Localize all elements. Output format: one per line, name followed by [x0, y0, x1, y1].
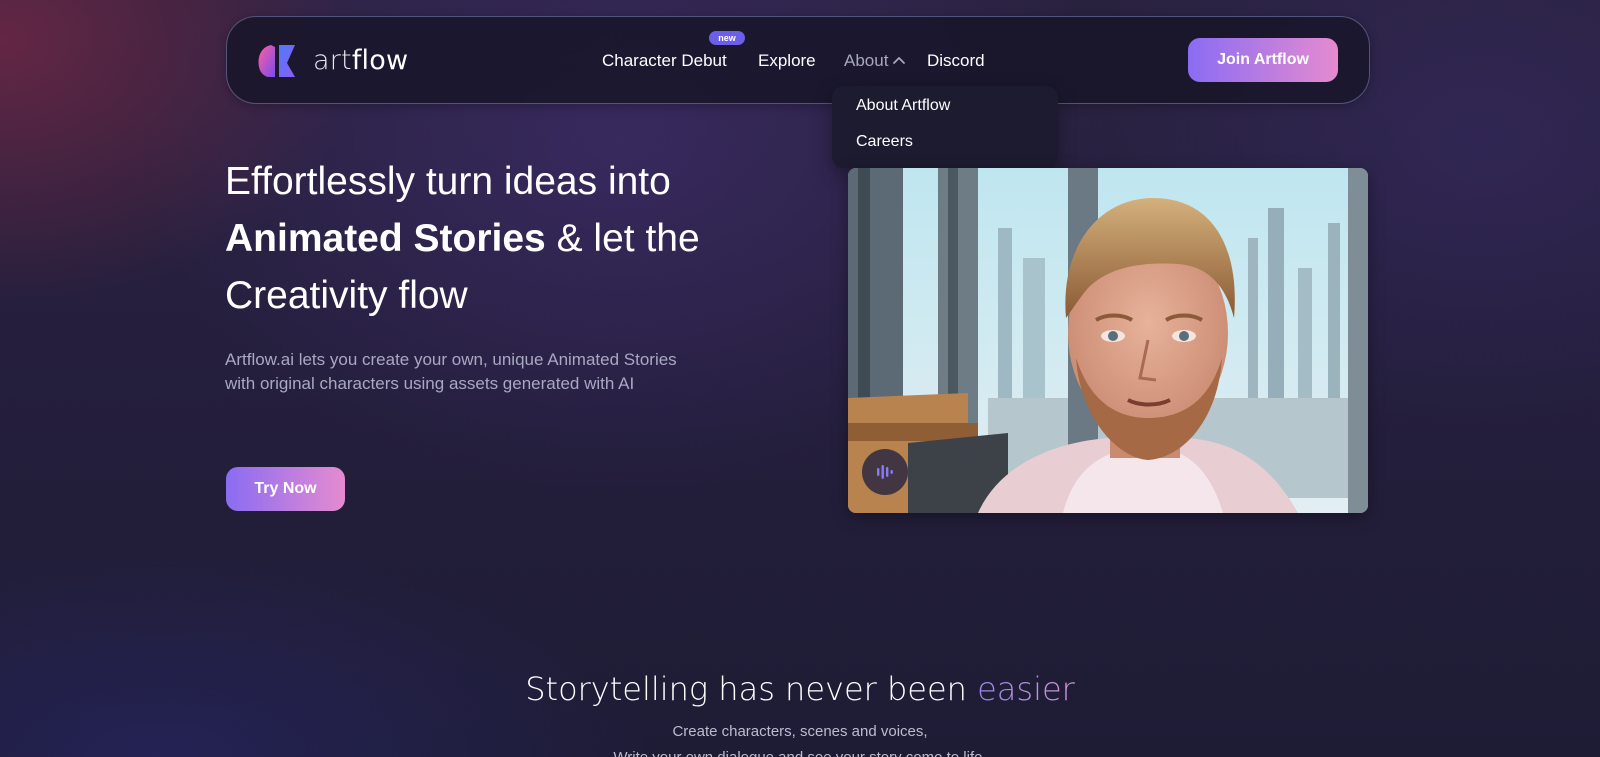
chevron-up-icon [892, 49, 906, 71]
hero-headline: Effortlessly turn ideas into Animated St… [225, 160, 700, 317]
video-frame-illustration [848, 168, 1368, 513]
audio-wave-icon [875, 462, 895, 482]
nav-item-character-debut[interactable]: Character Debut [602, 50, 727, 72]
nav-item-about[interactable]: About [844, 50, 906, 72]
audio-toggle-button[interactable] [862, 449, 908, 495]
dropdown-item-careers[interactable]: Careers [856, 133, 913, 151]
nav-item-explore[interactable]: Explore [758, 50, 816, 72]
section-heading: Storytelling has never been easier [525, 670, 1075, 708]
hero-description: Artflow.ai lets you create your own, uni… [225, 350, 677, 393]
try-now-button[interactable]: Try Now [226, 467, 345, 511]
join-artflow-button[interactable]: Join Artflow [1188, 38, 1338, 82]
new-badge: new [709, 31, 745, 45]
section-subtitle-line-2: Write your own dialogue and see your sto… [0, 744, 1600, 757]
dropdown-item-about-artflow[interactable]: About Artflow [856, 97, 950, 115]
nav-item-about-label: About [844, 51, 889, 70]
hero-video-player[interactable] [848, 168, 1368, 513]
about-dropdown-menu: About Artflow Careers [832, 86, 1058, 168]
top-navigation-bar: artflow new Character Debut Explore Abou… [226, 16, 1370, 104]
section-subtitle-line-1: Create characters, scenes and voices, [672, 723, 928, 740]
nav-item-discord[interactable]: Discord [927, 50, 985, 72]
